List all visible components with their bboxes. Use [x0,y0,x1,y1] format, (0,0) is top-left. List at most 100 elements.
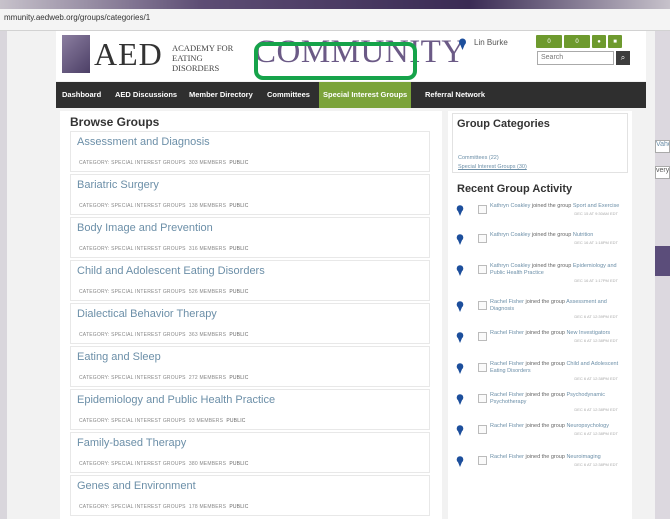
group-thumbnail-icon[interactable] [478,265,487,274]
group-card[interactable]: Epidemiology and Public Health Practice … [70,389,430,430]
group-card[interactable]: Assessment and Diagnosis CATEGORY: SPECI… [70,131,430,172]
group-thumbnail-icon[interactable] [478,205,487,214]
user-avatar-icon[interactable] [456,205,464,216]
logo-aed-text[interactable]: AED [94,36,163,73]
group-meta: CATEGORY: SPECIAL INTEREST GROUPS 363 ME… [79,332,249,338]
group-meta: CATEGORY: SPECIAL INTEREST GROUPS 178 ME… [79,504,249,510]
nav-aed-discussions[interactable]: AED Discussions [115,90,177,99]
group-name-link[interactable]: Assessment and Diagnosis [77,136,210,148]
activity-item: Rachel Fisher joined the group Assessmen… [454,299,624,329]
browse-groups-title: Browse Groups [70,115,160,129]
group-card[interactable]: Family-based Therapy CATEGORY: SPECIAL I… [70,432,430,473]
activity-text: Rachel Fisher joined the group Child and… [490,361,619,381]
group-meta: CATEGORY: SPECIAL INTEREST GROUPS 93 MEM… [79,418,246,424]
group-categories-box: Group Categories Committees (22) Special… [452,113,628,173]
group-thumbnail-icon[interactable] [478,425,487,434]
address-bar[interactable]: mmunity.aedweb.org/groups/categories/1 [0,9,670,31]
group-thumbnail-icon[interactable] [478,301,487,310]
activity-item: Rachel Fisher joined the group Neuroimag… [454,454,624,484]
group-card[interactable]: Child and Adolescent Eating Disorders CA… [70,260,430,301]
group-card[interactable]: Eating and Sleep CATEGORY: SPECIAL INTER… [70,346,430,387]
aed-logo-icon[interactable] [62,35,90,73]
nav-member-directory[interactable]: Member Directory [189,90,253,99]
group-name-link[interactable]: Genes and Environment [77,480,196,492]
adjacent-window-panel [655,246,670,276]
logo-sub-line1: ACADEMY FOR [172,43,234,53]
activity-text: Rachel Fisher joined the group Psychodyn… [490,392,618,412]
user-avatar-icon[interactable] [456,234,464,245]
mail-icon[interactable]: 0 [564,35,590,48]
group-name-link[interactable]: Child and Adolescent Eating Disorders [77,265,265,277]
activity-item: Kathryn Coakley joined the group Sport a… [454,203,624,233]
category-link-special-interest-groups[interactable]: Special Interest Groups (30) [458,164,527,170]
group-meta: CATEGORY: SPECIAL INTEREST GROUPS 272 ME… [79,375,249,381]
sidebar: Group Categories Committees (22) Special… [448,111,632,519]
nav-special-interest-groups[interactable]: Special Interest Groups [319,82,412,108]
group-name-link[interactable]: Bariatric Surgery [77,179,159,191]
group-card[interactable]: Dialectical Behavior Therapy CATEGORY: S… [70,303,430,344]
search-input[interactable]: Search [537,51,614,65]
header-tools: 0 0 ● ■ [536,35,622,48]
user-avatar-icon[interactable] [456,301,464,312]
group-card[interactable]: Genes and Environment CATEGORY: SPECIAL … [70,475,430,516]
adjacent-window-field[interactable]: very [655,166,670,179]
adjacent-window-field[interactable]: Vaho [655,140,670,153]
user-avatar-icon[interactable] [456,394,464,405]
user-avatar-icon[interactable] [458,38,467,50]
logo-sub-line2: EATING DISORDERS [172,53,220,73]
profile-icon[interactable]: ● [592,35,606,48]
group-thumbnail-icon[interactable] [478,332,487,341]
group-meta: CATEGORY: SPECIAL INTEREST GROUPS 316 ME… [79,246,249,252]
activity-text: Rachel Fisher joined the group Neuropsyc… [490,423,618,436]
window-top-band [0,0,670,9]
group-meta: CATEGORY: SPECIAL INTEREST GROUPS 526 ME… [79,289,249,295]
group-thumbnail-icon[interactable] [478,394,487,403]
activity-text: Kathryn Coakley joined the group Sport a… [490,203,620,216]
group-card[interactable]: Body Image and Prevention CATEGORY: SPEC… [70,217,430,258]
activity-text: Kathryn Coakley joined the group Nutriti… [490,232,618,245]
user-avatar-icon[interactable] [456,332,464,343]
group-card[interactable]: Bariatric Surgery CATEGORY: SPECIAL INTE… [70,174,430,215]
group-name-link[interactable]: Dialectical Behavior Therapy [77,308,217,320]
group-meta: CATEGORY: SPECIAL INTEREST GROUPS 303 ME… [79,160,249,166]
activity-text: Kathryn Coakley joined the group Epidemi… [490,263,618,283]
main-nav: Dashboard AED Discussions Member Directo… [56,82,646,108]
group-meta: CATEGORY: SPECIAL INTEREST GROUPS 138 ME… [79,203,249,209]
left-edge-strip [0,31,7,519]
activity-item: Kathryn Coakley joined the group Nutriti… [454,232,624,262]
nav-referral-network[interactable]: Referral Network [425,90,485,99]
nav-dashboard[interactable]: Dashboard [62,90,101,99]
nav-committees[interactable]: Committees [267,90,310,99]
friends-icon[interactable]: 0 [536,35,562,48]
activity-item: Rachel Fisher joined the group New Inves… [454,330,624,360]
recent-activity-title: Recent Group Activity [457,183,573,195]
activity-text: Rachel Fisher joined the group New Inves… [490,330,618,343]
group-name-link[interactable]: Eating and Sleep [77,351,161,363]
activity-item: Rachel Fisher joined the group Child and… [454,361,624,391]
user-avatar-icon[interactable] [456,363,464,374]
group-name-link[interactable]: Body Image and Prevention [77,222,213,234]
user-name[interactable]: Lin Burke [474,38,508,47]
logo-subtitle: ACADEMY FOR EATING DISORDERS [172,43,252,73]
activity-item: Kathryn Coakley joined the group Epidemi… [454,263,624,299]
user-avatar-icon[interactable] [456,456,464,467]
search-icon[interactable]: ⌕ [616,51,630,65]
activity-item: Rachel Fisher joined the group Neuropsyc… [454,423,624,453]
page: AED ACADEMY FOR EATING DISORDERS COMMUNI… [0,31,655,519]
url-text[interactable]: mmunity.aedweb.org/groups/categories/1 [4,13,150,22]
activity-text: Rachel Fisher joined the group Neuroimag… [490,454,618,467]
group-meta: CATEGORY: SPECIAL INTEREST GROUPS 380 ME… [79,461,249,467]
activity-item: Rachel Fisher joined the group Psychodyn… [454,392,624,422]
activity-text: Rachel Fisher joined the group Assessmen… [490,299,618,319]
category-link-committees[interactable]: Committees (22) [458,155,499,161]
browse-groups-panel: Browse Groups Assessment and Diagnosis C… [60,111,442,519]
user-avatar-icon[interactable] [456,265,464,276]
group-thumbnail-icon[interactable] [478,234,487,243]
lock-icon[interactable]: ■ [608,35,622,48]
group-thumbnail-icon[interactable] [478,363,487,372]
group-name-link[interactable]: Epidemiology and Public Health Practice [77,394,275,406]
group-categories-title: Group Categories [457,118,550,130]
group-name-link[interactable]: Family-based Therapy [77,437,186,449]
user-avatar-icon[interactable] [456,425,464,436]
group-thumbnail-icon[interactable] [478,456,487,465]
